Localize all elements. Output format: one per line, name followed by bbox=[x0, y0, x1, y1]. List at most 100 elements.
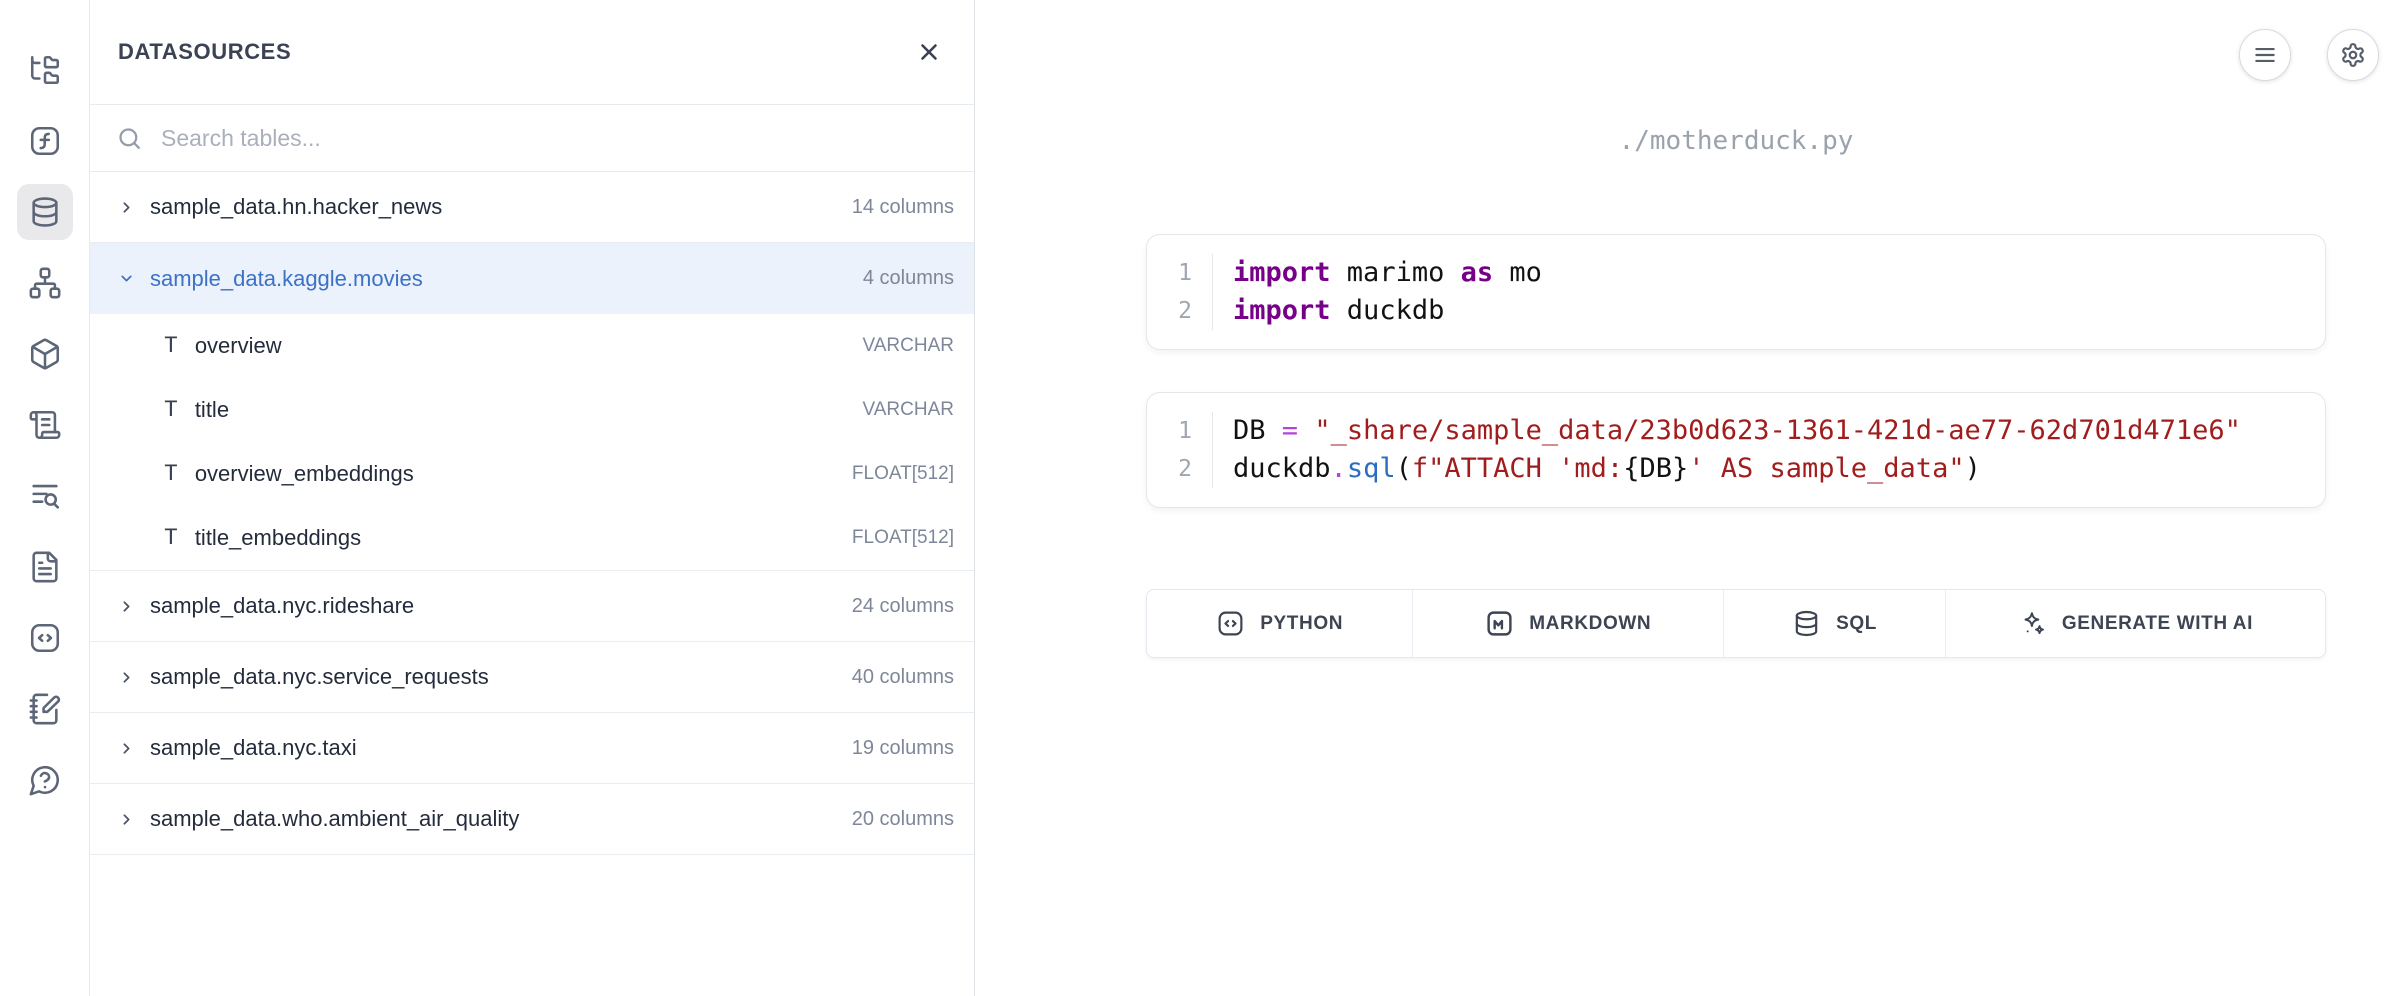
column-list: ToverviewVARCHARTtitleVARCHARToverview_e… bbox=[90, 314, 974, 571]
settings-icon bbox=[2340, 42, 2366, 68]
add-cell-button-label: GENERATE WITH AI bbox=[2062, 613, 2253, 635]
function-square-icon bbox=[28, 124, 62, 158]
database-icon bbox=[1792, 609, 1821, 638]
code-cell[interactable]: 12 DB = "_share/sample_data/23b0d623-1361… bbox=[1146, 392, 2326, 508]
table-name: sample_data.kaggle.movies bbox=[150, 266, 423, 292]
text-type-icon: T bbox=[164, 461, 178, 487]
column-type: FLOAT[512] bbox=[852, 527, 954, 549]
sidebar-item-variables[interactable] bbox=[17, 113, 73, 169]
search-icon bbox=[116, 125, 143, 152]
code-square-icon bbox=[28, 621, 62, 655]
chevron-right-icon bbox=[118, 740, 135, 757]
table-name: sample_data.who.ambient_air_quality bbox=[150, 806, 519, 832]
database-icon bbox=[28, 195, 62, 229]
notebook-pen-icon bbox=[28, 692, 62, 726]
sidebar-rail bbox=[0, 0, 90, 996]
table-column-count: 14 columns bbox=[852, 196, 954, 219]
code-editor[interactable]: DB = "_share/sample_data/23b0d623-1361-4… bbox=[1213, 412, 2241, 488]
line-number: 2 bbox=[1147, 292, 1192, 330]
column-row[interactable]: Toverview_embeddings FLOAT[512] bbox=[90, 442, 974, 506]
add-cell-button-label: MARKDOWN bbox=[1529, 613, 1651, 635]
settings-button[interactable] bbox=[2327, 29, 2379, 81]
panel-title: DATASOURCES bbox=[118, 39, 291, 65]
chevron-right-icon bbox=[118, 199, 135, 216]
sidebar-item-datasources[interactable] bbox=[17, 184, 73, 240]
list-search-icon bbox=[28, 479, 62, 513]
table-column-count: 19 columns bbox=[852, 737, 954, 760]
chevron-right-icon bbox=[118, 669, 135, 686]
help-bubble-icon bbox=[28, 763, 62, 797]
cell-list: 12import marimo as moimport duckdb12DB =… bbox=[1146, 234, 2326, 508]
sidebar-item-documentation[interactable] bbox=[17, 539, 73, 595]
notebook-content: ./motherduck.py 12import marimo as moimp… bbox=[975, 126, 2399, 658]
filename[interactable]: ./motherduck.py bbox=[1146, 126, 2326, 156]
table-row[interactable]: sample_data.kaggle.movies 4 columns bbox=[90, 243, 974, 314]
file-text-icon bbox=[28, 550, 62, 584]
sidebar-item-help[interactable] bbox=[17, 752, 73, 808]
add-cell-sql-button[interactable]: SQL bbox=[1724, 590, 1946, 657]
text-type-icon: T bbox=[164, 333, 178, 359]
chevron-right-icon bbox=[118, 811, 135, 828]
chevron-down-icon bbox=[118, 270, 135, 287]
sidebar-item-tracebacks[interactable] bbox=[17, 468, 73, 524]
table-name: sample_data.nyc.taxi bbox=[150, 735, 357, 761]
add-cell-button-label: SQL bbox=[1836, 613, 1877, 635]
scroll-text-icon bbox=[28, 408, 62, 442]
code-line: duckdb.sql(f"ATTACH 'md:{DB}' AS sample_… bbox=[1233, 450, 2241, 488]
code-line: DB = "_share/sample_data/23b0d623-1361-4… bbox=[1233, 412, 2241, 450]
close-panel-button[interactable] bbox=[916, 39, 942, 65]
menu-button[interactable] bbox=[2239, 29, 2291, 81]
code-line: import duckdb bbox=[1233, 292, 1542, 330]
table-name: sample_data.nyc.service_requests bbox=[150, 664, 489, 690]
folder-tree-icon bbox=[28, 53, 62, 87]
add-cell-bar: PYTHON MARKDOWN SQL GENERATE WITH AI bbox=[1146, 589, 2326, 658]
table-list: sample_data.hn.hacker_news14 columnssamp… bbox=[90, 172, 974, 855]
sidebar-item-snippets[interactable] bbox=[17, 610, 73, 666]
column-name: overview bbox=[195, 333, 282, 359]
notebook-area: ./motherduck.py 12import marimo as moimp… bbox=[975, 0, 2399, 996]
sidebar-item-logs[interactable] bbox=[17, 397, 73, 453]
table-column-count: 40 columns bbox=[852, 666, 954, 689]
sidebar-item-packages[interactable] bbox=[17, 326, 73, 382]
column-row[interactable]: Ttitle_embeddings FLOAT[512] bbox=[90, 506, 974, 570]
markdown-square-icon bbox=[1485, 609, 1514, 638]
column-row[interactable]: Toverview VARCHAR bbox=[90, 314, 974, 378]
sidebar-item-dependencies[interactable] bbox=[17, 255, 73, 311]
app-window: DATASOURCES sample_data.hn.hacker_news14… bbox=[0, 0, 2399, 996]
column-row[interactable]: TtitleVARCHAR bbox=[90, 378, 974, 442]
text-type-icon: T bbox=[164, 397, 178, 423]
line-number-gutter: 12 bbox=[1147, 254, 1213, 330]
table-row[interactable]: sample_data.who.ambient_air_quality20 co… bbox=[90, 784, 974, 855]
table-row[interactable]: sample_data.nyc.rideshare24 columns bbox=[90, 571, 974, 642]
table-column-count: 24 columns bbox=[852, 595, 954, 618]
sidebar-item-scratchpad[interactable] bbox=[17, 681, 73, 737]
add-cell-generate-with-ai-button[interactable]: GENERATE WITH AI bbox=[1946, 590, 2325, 657]
line-number: 1 bbox=[1147, 254, 1192, 292]
table-row[interactable]: sample_data.nyc.taxi 19 columns bbox=[90, 713, 974, 784]
line-number: 1 bbox=[1147, 412, 1192, 450]
code-editor[interactable]: import marimo as moimport duckdb bbox=[1213, 254, 1542, 330]
box-icon bbox=[28, 337, 62, 371]
add-cell-python-button[interactable]: PYTHON bbox=[1147, 590, 1413, 657]
search-bar bbox=[90, 105, 974, 172]
column-name: overview_embeddings bbox=[195, 461, 414, 487]
line-number: 2 bbox=[1147, 450, 1192, 488]
search-input[interactable] bbox=[159, 124, 954, 153]
table-row[interactable]: sample_data.hn.hacker_news 14 columns bbox=[90, 172, 974, 243]
table-name: sample_data.hn.hacker_news bbox=[150, 194, 442, 220]
code-line: import marimo as mo bbox=[1233, 254, 1542, 292]
column-name: title_embeddings bbox=[195, 525, 361, 551]
column-name: title bbox=[195, 397, 229, 423]
table-row[interactable]: sample_data.nyc.service_requests 40 colum… bbox=[90, 642, 974, 713]
table-column-count: 4 columns bbox=[863, 267, 954, 290]
network-icon bbox=[28, 266, 62, 300]
text-type-icon: T bbox=[164, 525, 178, 551]
column-type: VARCHAR bbox=[863, 335, 955, 357]
sidebar-item-file-explorer[interactable] bbox=[17, 42, 73, 98]
column-type: FLOAT[512] bbox=[852, 463, 954, 485]
datasources-panel: DATASOURCES sample_data.hn.hacker_news 14… bbox=[90, 0, 975, 996]
add-cell-markdown-button[interactable]: MARKDOWN bbox=[1413, 590, 1724, 657]
close-icon bbox=[916, 39, 942, 65]
code-cell[interactable]: 12import marimo as moimport duckdb bbox=[1146, 234, 2326, 350]
chevron-right-icon bbox=[118, 598, 135, 615]
